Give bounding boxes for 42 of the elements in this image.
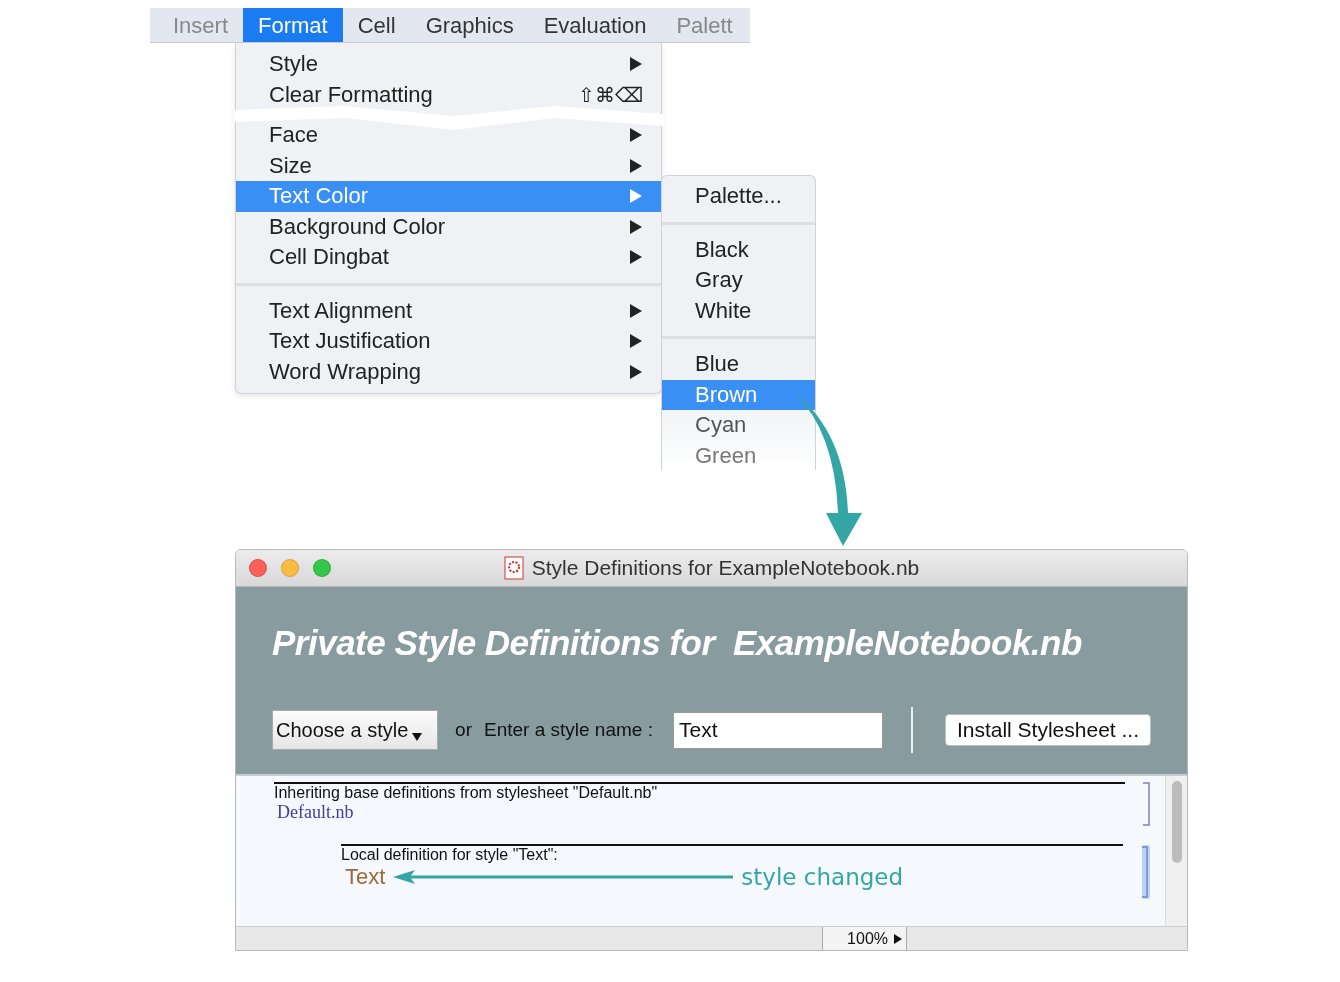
stylesheet-link[interactable]: Default.nb (277, 802, 1125, 823)
zoom-menu[interactable]: 100% (822, 927, 907, 950)
menu-item[interactable]: Size (236, 150, 661, 181)
menu-item[interactable]: Clear Formatting ⇧⌘⌫ (236, 79, 661, 110)
selected-cell-bracket-icon (1141, 844, 1151, 900)
menu-item[interactable]: Background Color (236, 211, 661, 242)
menu-bar-item[interactable]: Format (243, 8, 343, 42)
style-name-field[interactable]: Text (672, 711, 883, 749)
menu-item[interactable]: Blue (662, 349, 815, 380)
triangle-icon (894, 933, 902, 944)
menu-item[interactable]: Green (662, 440, 815, 471)
menu-item[interactable]: Gray (662, 265, 815, 296)
menu-item[interactable]: White (662, 295, 815, 326)
menu-bar-item[interactable]: Cell (342, 8, 411, 42)
menu-bar-item[interactable]: Evaluation (528, 8, 662, 42)
minimize-button[interactable] (281, 559, 299, 577)
window-title: Style Definitions for ExampleNotebook.nb (531, 556, 920, 580)
document-icon (503, 556, 524, 580)
zoom-button[interactable] (313, 559, 331, 577)
style-dropdown[interactable]: Choose a style (272, 710, 439, 750)
inherit-note: Inheriting base definitions from stylesheet "Default.nb" (274, 784, 659, 802)
install-stylesheet-button[interactable]: Install Stylesheet ... (944, 714, 1151, 746)
scroll-bar[interactable] (1165, 776, 1187, 926)
menu-item[interactable]: Face (236, 120, 661, 151)
or-label: or (455, 719, 472, 741)
close-button[interactable] (249, 559, 267, 577)
menu-item[interactable]: Text Alignment (236, 295, 661, 326)
style-name-label: Enter a style name : (484, 719, 653, 741)
annotation-text: style changed (741, 864, 904, 890)
menu-item[interactable]: Text Justification (236, 326, 661, 357)
cell-bracket-icon (1143, 782, 1151, 826)
menu-bar-item[interactable]: Graphics (410, 8, 529, 42)
menu-item[interactable]: Style (236, 49, 661, 80)
menu-item[interactable]: Cyan (662, 410, 815, 441)
menu-item[interactable]: Palette... (662, 181, 815, 212)
sample-text: Text (345, 864, 386, 890)
page-heading: Private Style Definitions for ExampleNotebook.nb (272, 623, 1083, 663)
local-definition-note: Local definition for style "Text": (341, 846, 559, 864)
caret-icon (412, 733, 423, 741)
menu-item[interactable]: Black (662, 234, 815, 265)
menu-item[interactable]: Cell Dingbat (236, 242, 661, 273)
menu-item[interactable]: Word Wrapping (236, 356, 661, 387)
